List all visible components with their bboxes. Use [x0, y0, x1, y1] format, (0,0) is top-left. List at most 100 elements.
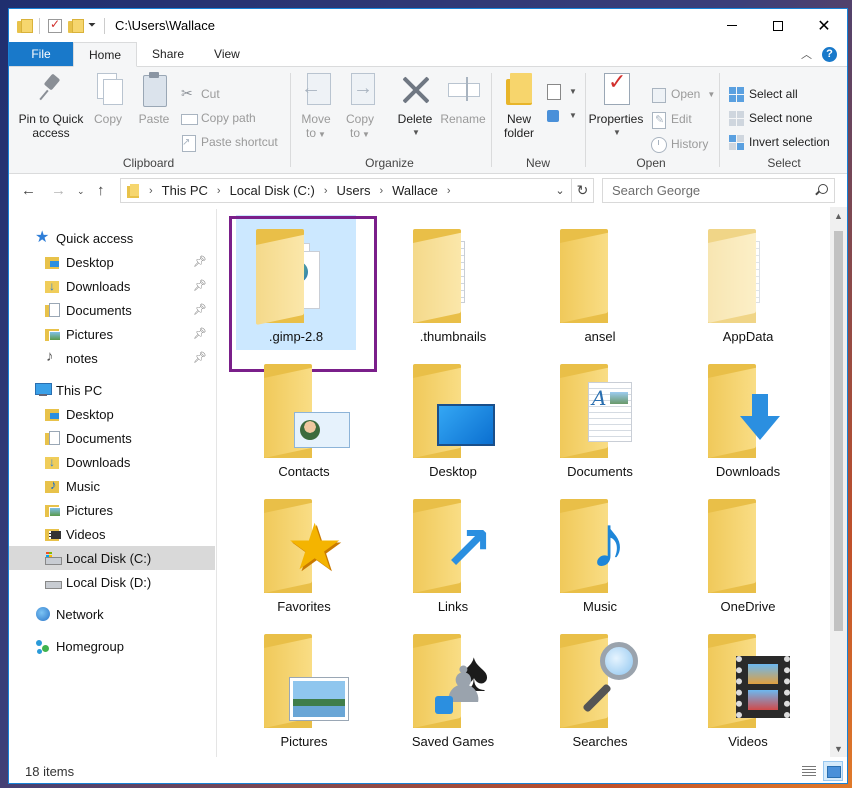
breadcrumb-this-pc[interactable]: This PC: [162, 183, 208, 198]
large-icons-view-icon[interactable]: [823, 761, 843, 781]
new-folder-button[interactable]: New folder: [499, 71, 539, 140]
nav-network[interactable]: Network: [9, 602, 215, 626]
recent-locations-chevron-icon[interactable]: ⌄: [77, 186, 85, 197]
folder-item-videos[interactable]: Videos: [688, 620, 808, 755]
copy-path-button[interactable]: Copy path: [181, 108, 256, 128]
help-icon[interactable]: ?: [822, 46, 837, 62]
breadcrumb-wallace[interactable]: Wallace: [392, 183, 438, 198]
pin-to-quick-access-button[interactable]: Pin to Quick access: [15, 71, 87, 140]
nav-quick-documents[interactable]: Documents 📌︎: [9, 298, 215, 322]
nav-quick-downloads[interactable]: Downloads 📌︎: [9, 274, 215, 298]
maximize-button[interactable]: [755, 9, 801, 42]
folder-item-favorites[interactable]: ★ Favorites: [244, 485, 364, 620]
forward-arrow-icon[interactable]: →: [51, 182, 66, 199]
folder-item-saved-games[interactable]: ♠ ♟ Saved Games: [393, 620, 513, 755]
edit-button[interactable]: Edit: [651, 109, 692, 129]
rename-button[interactable]: Rename: [440, 71, 486, 126]
nav-pc-downloads[interactable]: Downloads: [9, 450, 215, 474]
copy-button[interactable]: Copy: [89, 71, 127, 126]
up-arrow-icon[interactable]: ↑: [97, 182, 105, 199]
breadcrumb-chevron-icon[interactable]: ›: [149, 185, 153, 197]
videos-folder-icon: [45, 526, 61, 542]
close-button[interactable]: ✕: [801, 9, 847, 42]
search-icon[interactable]: [815, 184, 828, 196]
folder-item-contacts[interactable]: Contacts: [244, 350, 364, 485]
folder-item-appdata[interactable]: AppData: [688, 215, 808, 350]
delete-button[interactable]: Delete ▼: [394, 71, 436, 140]
nav-quick-notes[interactable]: notes 📌︎: [9, 346, 215, 370]
tab-home[interactable]: Home: [73, 42, 138, 67]
scroll-down-arrow-icon[interactable]: ▼: [830, 740, 847, 757]
tab-file[interactable]: File: [9, 42, 73, 66]
scroll-up-arrow-icon[interactable]: ▲: [830, 207, 847, 224]
file-name: Searches: [572, 734, 628, 749]
move-to-button[interactable]: Move to▼: [298, 71, 334, 142]
history-button[interactable]: History: [651, 134, 708, 154]
tab-share[interactable]: Share: [137, 42, 199, 66]
tab-view[interactable]: View: [199, 42, 255, 66]
cut-button[interactable]: Cut: [181, 84, 220, 104]
breadcrumb-users[interactable]: Users: [337, 183, 371, 198]
nav-pc-documents[interactable]: Documents: [9, 426, 215, 450]
nav-homegroup[interactable]: Homegroup: [9, 634, 215, 658]
breadcrumb-local-disk[interactable]: Local Disk (C:): [230, 183, 315, 198]
invert-selection-button[interactable]: Invert selection: [729, 132, 830, 152]
breadcrumb-chevron-icon[interactable]: ›: [379, 185, 383, 197]
nav-label: Desktop: [66, 406, 114, 422]
folder-item-downloads[interactable]: Downloads: [688, 350, 808, 485]
nav-pc-desktop[interactable]: Desktop: [9, 402, 215, 426]
nav-local-disk-c[interactable]: Local Disk (C:): [9, 546, 215, 570]
collapse-ribbon-chevron-icon[interactable]: ︿: [801, 46, 812, 62]
folder-item-ansel[interactable]: ansel: [540, 215, 660, 350]
breadcrumb-chevron-icon[interactable]: ›: [447, 185, 451, 197]
properties-icon[interactable]: [48, 17, 62, 33]
scrollbar-thumb[interactable]: [834, 231, 843, 631]
nav-local-disk-d[interactable]: Local Disk (D:): [9, 570, 215, 594]
copy-to-button[interactable]: Copy to▼: [342, 71, 378, 142]
folder-item-music[interactable]: ♪ Music: [540, 485, 660, 620]
pin-icon: 📌︎: [193, 352, 207, 364]
back-arrow-icon[interactable]: ←: [21, 182, 36, 199]
nav-label: Videos: [66, 526, 106, 542]
vertical-scrollbar[interactable]: ▲ ▼: [830, 207, 847, 757]
nav-pc-music[interactable]: Music: [9, 474, 215, 498]
contacts-folder-icon: [258, 360, 350, 460]
new-folder-icon[interactable]: [68, 18, 84, 33]
address-history-chevron-down-icon[interactable]: ⌄: [549, 184, 571, 197]
paste-shortcut-button[interactable]: Paste shortcut: [181, 132, 278, 152]
window-title: C:\Users\Wallace: [115, 18, 215, 33]
nav-quick-desktop[interactable]: Desktop 📌︎: [9, 250, 215, 274]
folder-item-desktop[interactable]: Desktop: [393, 350, 513, 485]
folder-item-gimp[interactable]: .gimp-2.8: [236, 215, 356, 350]
customize-quick-access-dropdown[interactable]: ⏷: [88, 20, 96, 31]
nav-this-pc[interactable]: This PC: [9, 378, 215, 402]
file-name: Contacts: [278, 464, 330, 479]
folder-item-pictures[interactable]: Pictures: [244, 620, 364, 755]
properties-button[interactable]: Properties ▼: [587, 71, 645, 140]
nav-pc-pictures[interactable]: Pictures: [9, 498, 215, 522]
paste-button[interactable]: Paste: [135, 71, 173, 126]
copy-to-label-line1: Copy: [345, 112, 374, 126]
folder-item-searches[interactable]: Searches: [540, 620, 660, 755]
new-item-button[interactable]: ▼: [547, 81, 577, 101]
folder-item-thumbnails[interactable]: .thumbnails: [393, 215, 513, 350]
refresh-icon[interactable]: ↻: [571, 179, 593, 202]
open-button[interactable]: Open ▼: [651, 84, 715, 104]
address-bar[interactable]: › This PC › Local Disk (C:) › Users › Wa…: [120, 178, 594, 203]
select-all-button[interactable]: Select all: [729, 84, 798, 104]
easy-access-button[interactable]: ▼: [547, 105, 577, 125]
folder-item-onedrive[interactable]: OneDrive: [688, 485, 808, 620]
nav-quick-access[interactable]: Quick access: [9, 226, 215, 250]
breadcrumb-chevron-icon[interactable]: ›: [217, 185, 221, 197]
file-name: .gimp-2.8: [268, 329, 324, 344]
minimize-button[interactable]: [709, 9, 755, 42]
select-none-button[interactable]: Select none: [729, 108, 812, 128]
nav-pc-videos[interactable]: Videos: [9, 522, 215, 546]
search-box[interactable]: [602, 178, 835, 203]
nav-quick-pictures[interactable]: Pictures 📌︎: [9, 322, 215, 346]
breadcrumb-chevron-icon[interactable]: ›: [324, 185, 328, 197]
details-view-icon[interactable]: [799, 761, 819, 781]
folder-item-links[interactable]: ↗ Links: [393, 485, 513, 620]
search-input[interactable]: [612, 183, 802, 198]
folder-item-documents[interactable]: A Documents: [540, 350, 660, 485]
